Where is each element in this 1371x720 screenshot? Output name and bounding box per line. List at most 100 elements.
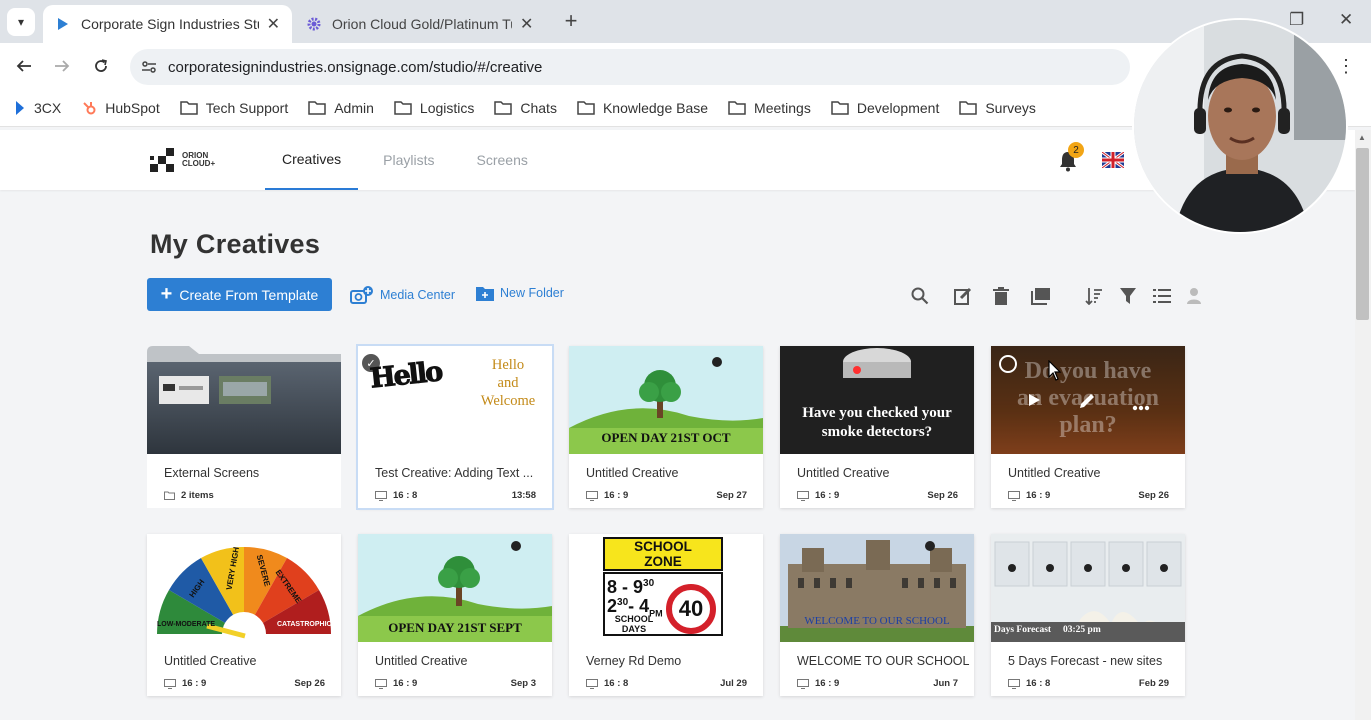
orion-cloud-logo[interactable]: ORION CLOUD+ bbox=[150, 148, 215, 172]
reload-icon[interactable] bbox=[89, 54, 113, 78]
url-text: corporatesignindustries.onsignage.com/st… bbox=[168, 58, 543, 76]
folder-icon bbox=[494, 100, 513, 115]
creative-thumbnail: ✓ Hello Hello and Welcome bbox=[358, 346, 552, 454]
more-options-icon[interactable] bbox=[1132, 398, 1150, 416]
creative-thumbnail: OPEN DAY 21ST SEPT bbox=[358, 534, 552, 642]
thumb-text: OPEN DAY 21ST OCT bbox=[601, 430, 731, 445]
monitor-icon bbox=[1008, 678, 1020, 689]
creative-card[interactable]: Days Forecast 03:25 pm 5 Days Forecast -… bbox=[991, 534, 1185, 696]
webcam-overlay bbox=[1132, 18, 1348, 234]
list-view-icon[interactable] bbox=[1151, 285, 1173, 307]
thumb-text: OPEN DAY 21ST SEPT bbox=[388, 620, 522, 635]
card-date: Jun 7 bbox=[933, 678, 958, 689]
logo-mark-icon bbox=[150, 148, 174, 172]
aspect-ratio: 16 : 9 bbox=[815, 490, 840, 501]
edit-icon[interactable] bbox=[952, 285, 974, 307]
folder-icon bbox=[577, 100, 595, 115]
folder-card-external-screens[interactable]: External Screens 2 items bbox=[147, 346, 341, 508]
bookmark-3cx[interactable]: 3CX bbox=[14, 100, 61, 116]
page-title: My Creatives bbox=[150, 229, 321, 259]
forward-arrow-icon[interactable] bbox=[50, 54, 74, 78]
tab-corporate-sign[interactable]: Corporate Sign Industries Studio ✕ bbox=[43, 5, 292, 43]
bookmark-development[interactable]: Development bbox=[831, 100, 939, 116]
card-date: Sep 26 bbox=[1138, 490, 1169, 501]
restore-window-icon[interactable]: ❐ bbox=[1289, 10, 1304, 30]
tab-close-icon[interactable]: ✕ bbox=[267, 14, 280, 34]
scrollbar-thumb[interactable] bbox=[1356, 148, 1369, 320]
bookmark-tech-support[interactable]: Tech Support bbox=[179, 100, 288, 116]
bookmark-meetings[interactable]: Meetings bbox=[728, 100, 811, 116]
site-settings-icon[interactable] bbox=[141, 59, 157, 78]
bookmark-chats[interactable]: Chats bbox=[494, 100, 557, 116]
filter-icon[interactable] bbox=[1117, 285, 1139, 307]
card-title: External Screens bbox=[164, 466, 260, 480]
creative-thumbnail: OPEN DAY 21ST OCT bbox=[569, 346, 763, 454]
creative-card[interactable]: WELCOME TO OUR SCHOOL WELCOME TO OUR SCH… bbox=[780, 534, 974, 696]
creative-card[interactable]: OPEN DAY 21ST SEPT Untitled Creative 16 … bbox=[358, 534, 552, 696]
folder-icon bbox=[959, 100, 978, 115]
aspect-ratio: 16 : 9 bbox=[182, 678, 207, 689]
back-arrow-icon[interactable] bbox=[12, 54, 36, 78]
new-folder-link[interactable]: New Folder bbox=[476, 285, 564, 301]
creative-card[interactable]: Have you checked your smoke detectors? U… bbox=[780, 346, 974, 508]
new-tab-button[interactable]: + bbox=[558, 8, 584, 34]
gear-favicon-icon bbox=[306, 16, 322, 32]
nav-creatives[interactable]: Creatives bbox=[265, 130, 359, 190]
monitor-icon bbox=[1008, 490, 1020, 501]
card-meta: 2 items bbox=[164, 490, 214, 501]
creative-card[interactable]: ✓ Hello Hello and Welcome Test Creative:… bbox=[356, 344, 554, 510]
delete-icon[interactable] bbox=[990, 285, 1012, 307]
creative-thumbnail: WELCOME TO OUR SCHOOL bbox=[780, 534, 974, 642]
user-icon[interactable] bbox=[1183, 285, 1205, 307]
folder-icon bbox=[831, 100, 849, 115]
bookmark-logistics[interactable]: Logistics bbox=[394, 100, 474, 116]
aspect-ratio: 16 : 9 bbox=[604, 490, 629, 501]
bookmark-surveys[interactable]: Surveys bbox=[959, 100, 1036, 116]
bookmark-admin[interactable]: Admin bbox=[308, 100, 374, 116]
notification-count-badge: 2 bbox=[1068, 142, 1084, 158]
mouse-cursor-icon bbox=[1048, 359, 1062, 387]
copy-icon[interactable] bbox=[1030, 285, 1052, 307]
tab-search-chevron-icon[interactable]: ▾ bbox=[7, 8, 35, 36]
tab-close-icon[interactable]: ✕ bbox=[520, 14, 533, 34]
bookmark-knowledge-base[interactable]: Knowledge Base bbox=[577, 100, 708, 116]
creative-thumbnail: Do you have an evacuation plan? bbox=[991, 346, 1185, 454]
card-title: Test Creative: Adding Text ... bbox=[375, 466, 534, 480]
create-from-template-button[interactable]: + Create From Template bbox=[147, 278, 332, 311]
close-window-icon[interactable]: ✕ bbox=[1339, 10, 1353, 30]
aspect-ratio: 16 : 9 bbox=[815, 678, 840, 689]
sort-icon[interactable] bbox=[1083, 285, 1105, 307]
card-date: Feb 29 bbox=[1138, 678, 1169, 689]
aspect-ratio: 16 : 8 bbox=[393, 490, 418, 501]
search-icon[interactable] bbox=[909, 285, 931, 307]
folder-thumbnail bbox=[147, 346, 341, 454]
select-circle-icon[interactable] bbox=[999, 355, 1017, 373]
address-bar[interactable]: corporatesignindustries.onsignage.com/st… bbox=[130, 49, 1130, 85]
bookmark-hubspot[interactable]: HubSpot bbox=[81, 100, 160, 116]
hello-graphic: Hello bbox=[368, 356, 443, 395]
app-nav: Creatives Playlists Screens bbox=[265, 130, 553, 190]
scroll-up-arrow-icon[interactable]: ▲ bbox=[1358, 133, 1366, 142]
browser-menu-icon[interactable]: ⋮ bbox=[1337, 56, 1355, 77]
pencil-icon[interactable] bbox=[1078, 392, 1096, 415]
tab-title: Orion Cloud Gold/Platinum Tutorial bbox=[332, 16, 512, 32]
aspect-ratio: 16 : 8 bbox=[604, 678, 629, 689]
uk-flag-icon[interactable] bbox=[1101, 150, 1125, 173]
tab-orion-cloud-tutorial[interactable]: Orion Cloud Gold/Platinum Tutorial ✕ bbox=[294, 5, 546, 43]
aspect-ratio: 16 : 9 bbox=[1026, 490, 1051, 501]
media-center-link[interactable]: Media Center bbox=[350, 285, 455, 305]
card-title: Untitled Creative bbox=[797, 466, 890, 480]
creative-card[interactable]: LOW-MODERATE HIGH VERY HIGH SEVERE EXTRE… bbox=[147, 534, 341, 696]
aspect-ratio: 16 : 9 bbox=[393, 678, 418, 689]
nav-playlists[interactable]: Playlists bbox=[366, 130, 451, 190]
nav-screens[interactable]: Screens bbox=[460, 130, 545, 190]
creative-card[interactable]: SCHOOL ZONE 8 - 930 230- 4PM SCHOOL DAYS… bbox=[569, 534, 763, 696]
folder-small-icon bbox=[164, 491, 175, 500]
card-title: Verney Rd Demo bbox=[586, 654, 682, 668]
monitor-icon bbox=[375, 490, 387, 501]
folder-icon bbox=[308, 100, 326, 115]
speed-sign: 40 bbox=[666, 584, 716, 634]
play-icon[interactable] bbox=[1027, 393, 1041, 412]
creative-card[interactable]: Do you have an evacuation plan? Untitled… bbox=[991, 346, 1185, 508]
creative-card[interactable]: OPEN DAY 21ST OCT Untitled Creative 16 :… bbox=[569, 346, 763, 508]
